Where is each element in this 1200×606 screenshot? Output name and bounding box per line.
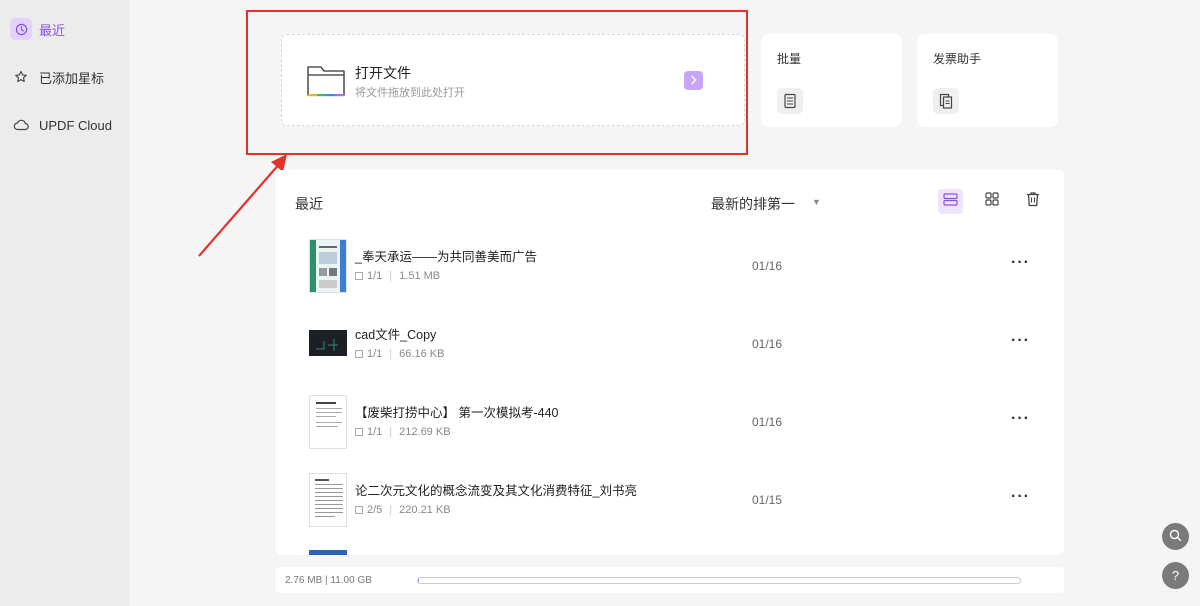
open-file-title: 打开文件 bbox=[355, 65, 411, 81]
file-thumbnail bbox=[309, 550, 347, 555]
clock-icon bbox=[10, 18, 32, 40]
star-icon bbox=[10, 66, 32, 88]
more-options-button[interactable]: ··· bbox=[1011, 488, 1030, 506]
chevron-right-icon bbox=[690, 72, 698, 90]
delete-button[interactable] bbox=[1020, 189, 1045, 214]
file-date: 01/16 bbox=[752, 337, 783, 351]
file-size: 66.16 KB bbox=[399, 348, 445, 360]
divider: | bbox=[389, 504, 393, 516]
file-date: 01/16 bbox=[752, 259, 783, 273]
file-row[interactable]: 【废柴打捞中心】 第一次模拟考-440 1/1 | 212.69 KB 01/1… bbox=[276, 382, 1064, 460]
batch-tool-label: 批量 bbox=[777, 52, 802, 66]
file-name: cad文件_Copy bbox=[355, 328, 437, 342]
invoice-icon bbox=[933, 88, 959, 114]
file-name: 论二次元文化的概念流变及其文化消费特征_刘书亮 bbox=[355, 484, 637, 498]
file-pages: 1/1 bbox=[367, 426, 383, 438]
file-name: 【废柴打捞中心】 第一次模拟考-440 bbox=[355, 406, 559, 420]
recent-header: 最近 最新的排第一 ▼ bbox=[276, 170, 1064, 230]
sidebar-item-label: 最近 bbox=[39, 22, 66, 38]
open-file-subtitle: 将文件拖放到此处打开 bbox=[355, 87, 465, 99]
invoice-tool-card[interactable]: 发票助手 bbox=[917, 34, 1058, 127]
file-pages: 1/1 bbox=[367, 270, 383, 282]
sidebar-item-label: UPDF Cloud bbox=[39, 117, 112, 133]
file-thumbnail bbox=[309, 239, 347, 293]
file-row[interactable] bbox=[276, 538, 1064, 555]
sidebar: 最近 已添加星标 UPDF Cloud bbox=[0, 0, 130, 606]
file-meta: 2/5 | 220.21 KB bbox=[355, 504, 451, 516]
open-file-arrow-button[interactable] bbox=[684, 71, 703, 90]
search-button[interactable] bbox=[1162, 523, 1189, 550]
grid-view-icon bbox=[984, 192, 999, 211]
storage-usage-text: 2.76 MB | 11.00 GB bbox=[285, 575, 372, 586]
batch-icon bbox=[777, 88, 803, 114]
file-row[interactable]: _奉天承运——为共同善美而广告 1/1 | 1.51 MB 01/16 ··· bbox=[276, 226, 1064, 304]
file-size: 1.51 MB bbox=[399, 270, 441, 282]
file-size: 220.21 KB bbox=[399, 504, 451, 516]
divider: | bbox=[389, 426, 393, 438]
divider: | bbox=[389, 270, 393, 282]
sidebar-item-cloud[interactable]: UPDF Cloud bbox=[10, 112, 130, 138]
help-icon: ? bbox=[1171, 568, 1180, 583]
pages-icon bbox=[355, 272, 363, 280]
sidebar-item-recent[interactable]: 最近 bbox=[10, 16, 130, 42]
file-thumbnail bbox=[309, 330, 347, 356]
pages-icon bbox=[355, 428, 363, 436]
folder-icon bbox=[306, 61, 346, 104]
caret-down-icon[interactable]: ▼ bbox=[812, 197, 821, 207]
trash-icon bbox=[1026, 191, 1040, 212]
invoice-tool-label: 发票助手 bbox=[933, 52, 982, 66]
pages-icon bbox=[355, 350, 363, 358]
sidebar-item-starred[interactable]: 已添加星标 bbox=[10, 64, 130, 90]
file-thumbnail bbox=[309, 395, 347, 449]
recent-files-panel: 最近 最新的排第一 ▼ _奉天承运——为共同善美而广告 1/1 | 1.51 M… bbox=[276, 170, 1064, 555]
sort-dropdown[interactable]: 最新的排第一 bbox=[711, 194, 795, 214]
file-date: 01/15 bbox=[752, 493, 783, 507]
pages-icon bbox=[355, 506, 363, 514]
recent-title: 最近 bbox=[295, 196, 323, 212]
file-thumbnail bbox=[309, 473, 347, 527]
batch-tool-card[interactable]: 批量 bbox=[761, 34, 902, 127]
list-view-button[interactable] bbox=[938, 189, 963, 214]
sidebar-item-label: 已添加星标 bbox=[39, 70, 105, 86]
file-meta: 1/1 | 212.69 KB bbox=[355, 426, 451, 438]
file-date: 01/16 bbox=[752, 415, 783, 429]
file-row[interactable]: cad文件_Copy 1/1 | 66.16 KB 01/16 ··· bbox=[276, 304, 1064, 382]
storage-progress-track bbox=[417, 577, 1021, 584]
more-options-button[interactable]: ··· bbox=[1011, 410, 1030, 428]
file-pages: 2/5 bbox=[367, 504, 383, 516]
cloud-icon bbox=[10, 114, 32, 136]
file-meta: 1/1 | 1.51 MB bbox=[355, 270, 440, 282]
search-icon bbox=[1169, 529, 1182, 545]
file-name: _奉天承运——为共同善美而广告 bbox=[355, 250, 537, 264]
file-size: 212.69 KB bbox=[399, 426, 451, 438]
storage-bar: 2.76 MB | 11.00 GB bbox=[276, 567, 1064, 593]
divider: | bbox=[389, 348, 393, 360]
list-view-icon bbox=[943, 192, 958, 211]
more-options-button[interactable]: ··· bbox=[1011, 332, 1030, 350]
file-row[interactable]: 论二次元文化的概念流变及其文化消费特征_刘书亮 2/5 | 220.21 KB … bbox=[276, 460, 1064, 538]
grid-view-button[interactable] bbox=[979, 189, 1004, 214]
open-file-card[interactable]: 打开文件 将文件拖放到此处打开 bbox=[281, 34, 745, 126]
more-options-button[interactable]: ··· bbox=[1011, 254, 1030, 272]
file-meta: 1/1 | 66.16 KB bbox=[355, 348, 444, 360]
help-button[interactable]: ? bbox=[1162, 562, 1189, 589]
file-pages: 1/1 bbox=[367, 348, 383, 360]
